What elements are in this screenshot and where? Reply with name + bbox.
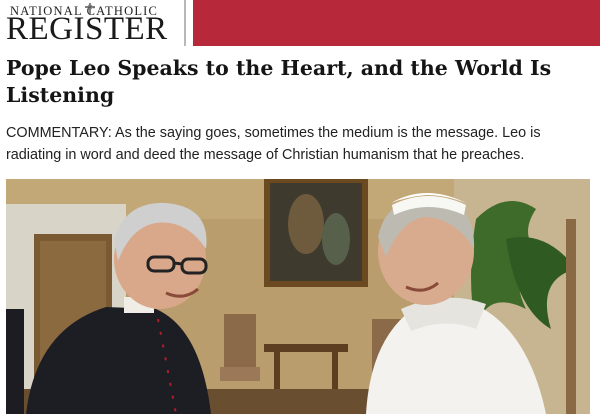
article-title[interactable]: Pope Leo Speaks to the Heart, and the Wo…: [6, 55, 591, 109]
article-summary: COMMENTARY: As the saying goes, sometime…: [6, 125, 541, 163]
header-divider: [184, 0, 186, 46]
site-header: NATIONAL CATHOLIC REGISTER: [0, 0, 600, 46]
site-logo[interactable]: NATIONAL CATHOLIC REGISTER: [6, 2, 178, 47]
photo-illustration: [6, 179, 590, 414]
article-photo[interactable]: [6, 179, 590, 414]
logo-main-text: REGISTER: [6, 11, 168, 47]
header-color-band: [193, 0, 600, 46]
